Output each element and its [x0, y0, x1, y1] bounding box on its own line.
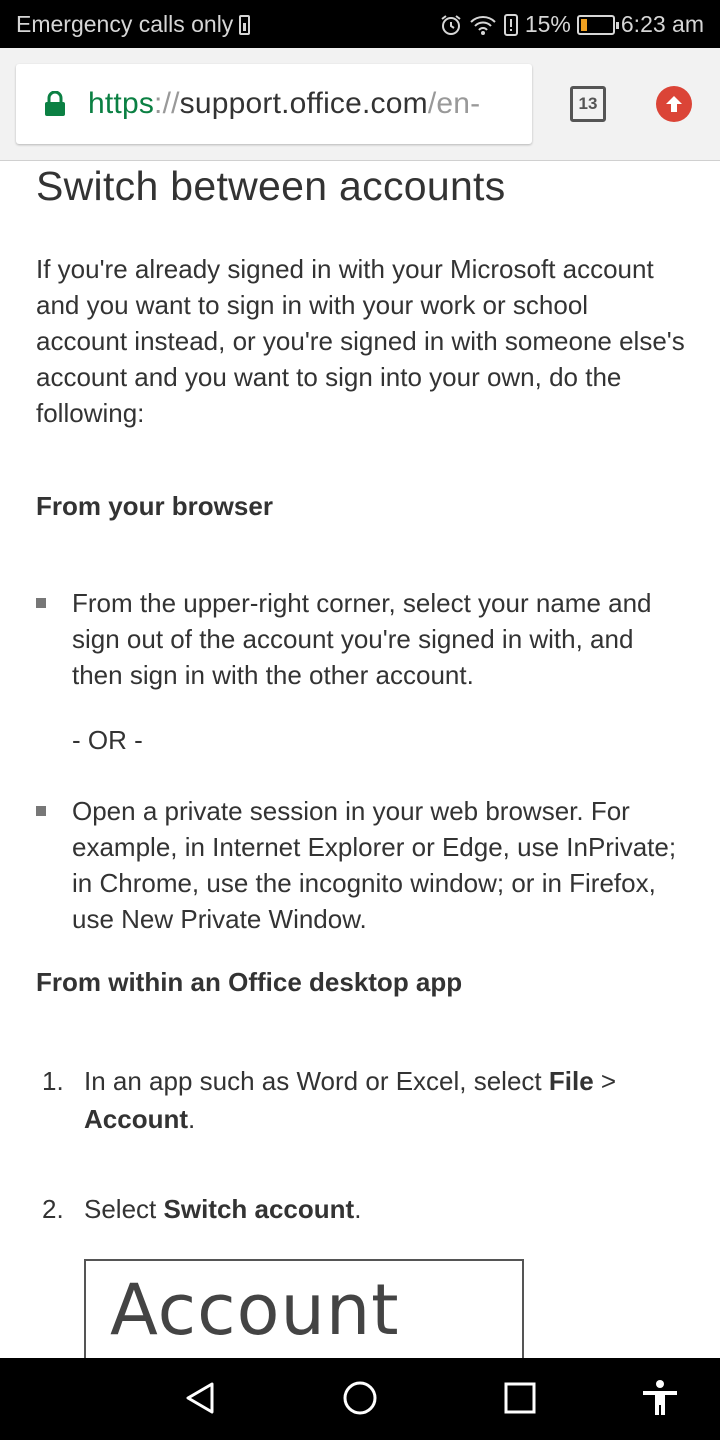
step-bold-account: Account: [84, 1104, 188, 1134]
url-host: support.office.com: [179, 87, 428, 120]
status-bar: Emergency calls only 15% 6:23 am: [0, 0, 720, 48]
step-text-part: >: [593, 1066, 617, 1096]
status-time: 6:23 am: [620, 11, 704, 37]
accessibility-icon[interactable]: [640, 1378, 680, 1418]
account-screenshot-image: Account: [84, 1259, 524, 1358]
address-bar[interactable]: https://support.office.com/en-: [16, 64, 532, 144]
sim-icon: [239, 14, 251, 35]
url-text[interactable]: https://support.office.com/en-: [88, 87, 480, 121]
step-bold-switch-account: Switch account: [163, 1194, 355, 1224]
section-heading-desktop-app: From within an Office desktop app: [36, 967, 463, 997]
browser-toolbar: https://support.office.com/en- 13: [0, 48, 720, 161]
status-bar-right: 15% 6:23 am: [439, 11, 704, 38]
update-button[interactable]: [656, 86, 692, 122]
step-text-part: .: [188, 1104, 196, 1134]
arrow-up-icon: [666, 96, 682, 112]
page-content[interactable]: Switch between accounts If you're alread…: [0, 161, 720, 1358]
step-number: 2.: [42, 1194, 64, 1224]
or-separator: - OR -: [72, 725, 143, 755]
data-saver-icon: [503, 13, 518, 36]
tab-count: 13: [578, 94, 598, 113]
page-title: Switch between accounts: [36, 163, 506, 209]
step-bold-file: File: [548, 1066, 594, 1096]
step-text-part: Select: [84, 1194, 164, 1224]
tab-switcher-button[interactable]: 13: [570, 86, 606, 122]
account-image-text: Account: [110, 1269, 400, 1351]
carrier-text: Emergency calls only: [16, 11, 234, 37]
step-text-part: .: [354, 1194, 362, 1224]
url-path: /en-: [427, 87, 481, 120]
lock-icon: [45, 91, 65, 116]
url-separator: ://: [154, 87, 180, 120]
bullet-marker: [36, 598, 46, 608]
alarm-icon: [441, 14, 461, 35]
bullet-text: From the upper-right corner, select your…: [72, 588, 652, 690]
step-text: Select Switch account.: [84, 1190, 664, 1228]
intro-paragraph: If you're already signed in with your Mi…: [36, 254, 685, 428]
url-scheme: https: [88, 87, 155, 120]
step-text: In an app such as Word or Excel, select …: [84, 1062, 664, 1138]
battery-percent: 15%: [524, 11, 571, 37]
navigation-bar: [0, 1358, 720, 1440]
status-bar-left: Emergency calls only: [16, 11, 251, 38]
home-icon[interactable]: [340, 1378, 380, 1418]
bullet-text: Open a private session in your web brows…: [72, 796, 677, 934]
bullet-marker: [36, 806, 46, 816]
wifi-icon: [470, 15, 496, 35]
battery-icon: [576, 14, 619, 35]
section-heading-browser: From your browser: [36, 491, 273, 521]
step-text-part: In an app such as Word or Excel, select: [84, 1066, 549, 1096]
back-icon[interactable]: [180, 1378, 220, 1418]
step-number: 1.: [42, 1066, 64, 1096]
recents-icon[interactable]: [500, 1378, 540, 1418]
